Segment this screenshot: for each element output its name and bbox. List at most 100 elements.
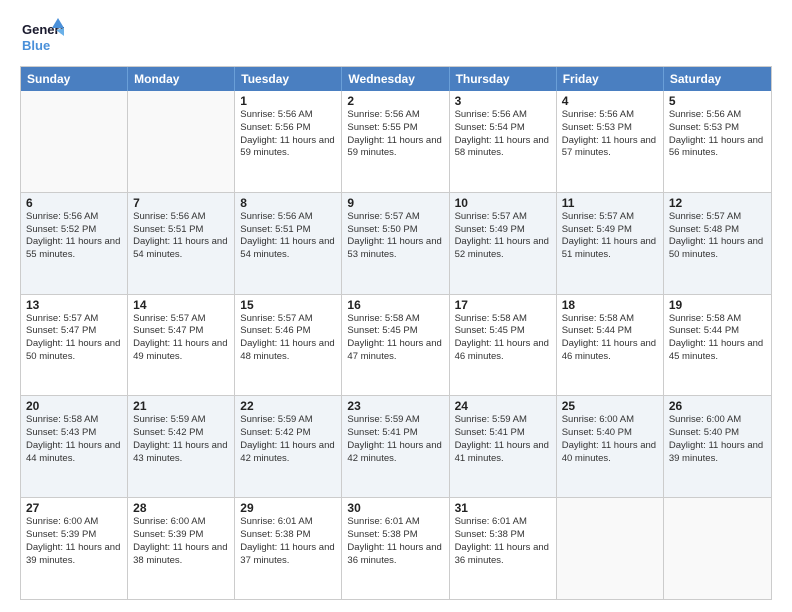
calendar-cell: 11Sunrise: 5:57 AM Sunset: 5:49 PM Dayli…: [557, 193, 664, 294]
day-number: 18: [562, 298, 658, 312]
day-info: Sunrise: 5:58 AM Sunset: 5:43 PM Dayligh…: [26, 414, 122, 465]
day-number: 3: [455, 94, 551, 108]
day-number: 11: [562, 196, 658, 210]
header-tuesday: Tuesday: [235, 67, 342, 91]
day-number: 31: [455, 501, 551, 515]
day-number: 23: [347, 399, 443, 413]
day-info: Sunrise: 6:00 AM Sunset: 5:39 PM Dayligh…: [26, 516, 122, 567]
header-wednesday: Wednesday: [342, 67, 449, 91]
calendar-cell: 21Sunrise: 5:59 AM Sunset: 5:42 PM Dayli…: [128, 396, 235, 497]
day-info: Sunrise: 5:57 AM Sunset: 5:46 PM Dayligh…: [240, 313, 336, 364]
calendar-cell: 1Sunrise: 5:56 AM Sunset: 5:56 PM Daylig…: [235, 91, 342, 192]
calendar-cell: 20Sunrise: 5:58 AM Sunset: 5:43 PM Dayli…: [21, 396, 128, 497]
calendar-cell: 12Sunrise: 5:57 AM Sunset: 5:48 PM Dayli…: [664, 193, 771, 294]
header-saturday: Saturday: [664, 67, 771, 91]
calendar-cell: 19Sunrise: 5:58 AM Sunset: 5:44 PM Dayli…: [664, 295, 771, 396]
calendar-cell: 30Sunrise: 6:01 AM Sunset: 5:38 PM Dayli…: [342, 498, 449, 599]
calendar-cell: 15Sunrise: 5:57 AM Sunset: 5:46 PM Dayli…: [235, 295, 342, 396]
calendar-cell: 28Sunrise: 6:00 AM Sunset: 5:39 PM Dayli…: [128, 498, 235, 599]
day-number: 2: [347, 94, 443, 108]
calendar-cell: 3Sunrise: 5:56 AM Sunset: 5:54 PM Daylig…: [450, 91, 557, 192]
calendar-cell: 27Sunrise: 6:00 AM Sunset: 5:39 PM Dayli…: [21, 498, 128, 599]
day-number: 8: [240, 196, 336, 210]
calendar-cell: 6Sunrise: 5:56 AM Sunset: 5:52 PM Daylig…: [21, 193, 128, 294]
day-info: Sunrise: 5:57 AM Sunset: 5:50 PM Dayligh…: [347, 211, 443, 262]
page: General Blue Sunday Monday Tuesday Wedne…: [0, 0, 792, 612]
header-thursday: Thursday: [450, 67, 557, 91]
calendar-cell: 4Sunrise: 5:56 AM Sunset: 5:53 PM Daylig…: [557, 91, 664, 192]
day-info: Sunrise: 5:58 AM Sunset: 5:44 PM Dayligh…: [669, 313, 766, 364]
day-info: Sunrise: 6:00 AM Sunset: 5:40 PM Dayligh…: [562, 414, 658, 465]
day-number: 13: [26, 298, 122, 312]
day-info: Sunrise: 6:00 AM Sunset: 5:40 PM Dayligh…: [669, 414, 766, 465]
day-info: Sunrise: 5:59 AM Sunset: 5:41 PM Dayligh…: [455, 414, 551, 465]
day-info: Sunrise: 5:57 AM Sunset: 5:47 PM Dayligh…: [26, 313, 122, 364]
day-info: Sunrise: 5:58 AM Sunset: 5:45 PM Dayligh…: [455, 313, 551, 364]
day-info: Sunrise: 5:57 AM Sunset: 5:47 PM Dayligh…: [133, 313, 229, 364]
day-info: Sunrise: 5:56 AM Sunset: 5:56 PM Dayligh…: [240, 109, 336, 160]
day-number: 4: [562, 94, 658, 108]
header-sunday: Sunday: [21, 67, 128, 91]
day-info: Sunrise: 5:58 AM Sunset: 5:45 PM Dayligh…: [347, 313, 443, 364]
calendar-cell: [664, 498, 771, 599]
logo-svg: General Blue: [20, 16, 64, 56]
day-info: Sunrise: 5:56 AM Sunset: 5:52 PM Dayligh…: [26, 211, 122, 262]
header: General Blue: [20, 16, 772, 56]
day-number: 1: [240, 94, 336, 108]
day-number: 26: [669, 399, 766, 413]
calendar-cell: [557, 498, 664, 599]
day-number: 21: [133, 399, 229, 413]
day-info: Sunrise: 6:01 AM Sunset: 5:38 PM Dayligh…: [240, 516, 336, 567]
logo: General Blue: [20, 16, 64, 56]
header-friday: Friday: [557, 67, 664, 91]
calendar-header: Sunday Monday Tuesday Wednesday Thursday…: [21, 67, 771, 91]
calendar-week-4: 20Sunrise: 5:58 AM Sunset: 5:43 PM Dayli…: [21, 395, 771, 497]
day-info: Sunrise: 5:59 AM Sunset: 5:42 PM Dayligh…: [133, 414, 229, 465]
day-number: 6: [26, 196, 122, 210]
day-info: Sunrise: 5:56 AM Sunset: 5:51 PM Dayligh…: [240, 211, 336, 262]
calendar-cell: 23Sunrise: 5:59 AM Sunset: 5:41 PM Dayli…: [342, 396, 449, 497]
calendar-cell: [128, 91, 235, 192]
day-info: Sunrise: 5:59 AM Sunset: 5:41 PM Dayligh…: [347, 414, 443, 465]
day-info: Sunrise: 5:57 AM Sunset: 5:49 PM Dayligh…: [562, 211, 658, 262]
header-monday: Monday: [128, 67, 235, 91]
calendar-cell: 24Sunrise: 5:59 AM Sunset: 5:41 PM Dayli…: [450, 396, 557, 497]
calendar-cell: 9Sunrise: 5:57 AM Sunset: 5:50 PM Daylig…: [342, 193, 449, 294]
calendar-cell: 10Sunrise: 5:57 AM Sunset: 5:49 PM Dayli…: [450, 193, 557, 294]
day-number: 30: [347, 501, 443, 515]
calendar-cell: 13Sunrise: 5:57 AM Sunset: 5:47 PM Dayli…: [21, 295, 128, 396]
day-number: 29: [240, 501, 336, 515]
calendar-cell: 22Sunrise: 5:59 AM Sunset: 5:42 PM Dayli…: [235, 396, 342, 497]
day-number: 22: [240, 399, 336, 413]
day-number: 28: [133, 501, 229, 515]
day-info: Sunrise: 5:57 AM Sunset: 5:49 PM Dayligh…: [455, 211, 551, 262]
calendar-cell: 7Sunrise: 5:56 AM Sunset: 5:51 PM Daylig…: [128, 193, 235, 294]
day-info: Sunrise: 5:56 AM Sunset: 5:53 PM Dayligh…: [562, 109, 658, 160]
calendar-week-3: 13Sunrise: 5:57 AM Sunset: 5:47 PM Dayli…: [21, 294, 771, 396]
day-number: 10: [455, 196, 551, 210]
day-number: 25: [562, 399, 658, 413]
day-number: 17: [455, 298, 551, 312]
calendar-cell: 14Sunrise: 5:57 AM Sunset: 5:47 PM Dayli…: [128, 295, 235, 396]
calendar-cell: 8Sunrise: 5:56 AM Sunset: 5:51 PM Daylig…: [235, 193, 342, 294]
calendar-cell: 18Sunrise: 5:58 AM Sunset: 5:44 PM Dayli…: [557, 295, 664, 396]
day-number: 7: [133, 196, 229, 210]
day-number: 12: [669, 196, 766, 210]
day-info: Sunrise: 5:59 AM Sunset: 5:42 PM Dayligh…: [240, 414, 336, 465]
day-number: 19: [669, 298, 766, 312]
calendar-cell: 5Sunrise: 5:56 AM Sunset: 5:53 PM Daylig…: [664, 91, 771, 192]
calendar-cell: 17Sunrise: 5:58 AM Sunset: 5:45 PM Dayli…: [450, 295, 557, 396]
day-number: 16: [347, 298, 443, 312]
day-info: Sunrise: 6:01 AM Sunset: 5:38 PM Dayligh…: [455, 516, 551, 567]
calendar-cell: 2Sunrise: 5:56 AM Sunset: 5:55 PM Daylig…: [342, 91, 449, 192]
calendar: Sunday Monday Tuesday Wednesday Thursday…: [20, 66, 772, 600]
calendar-week-2: 6Sunrise: 5:56 AM Sunset: 5:52 PM Daylig…: [21, 192, 771, 294]
day-info: Sunrise: 5:56 AM Sunset: 5:55 PM Dayligh…: [347, 109, 443, 160]
svg-text:Blue: Blue: [22, 38, 50, 53]
day-info: Sunrise: 6:00 AM Sunset: 5:39 PM Dayligh…: [133, 516, 229, 567]
calendar-cell: 25Sunrise: 6:00 AM Sunset: 5:40 PM Dayli…: [557, 396, 664, 497]
day-number: 14: [133, 298, 229, 312]
calendar-week-5: 27Sunrise: 6:00 AM Sunset: 5:39 PM Dayli…: [21, 497, 771, 599]
calendar-cell: 16Sunrise: 5:58 AM Sunset: 5:45 PM Dayli…: [342, 295, 449, 396]
day-number: 5: [669, 94, 766, 108]
